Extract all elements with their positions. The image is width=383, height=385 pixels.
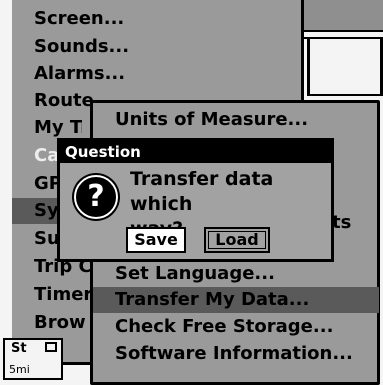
question-dialog: Question ? Transfer data which way? Save… bbox=[57, 138, 334, 262]
submenu-item-check-free-storage[interactable]: Check Free Storage... bbox=[115, 314, 333, 340]
zoom-scale: 5mi bbox=[9, 363, 30, 376]
dialog-message-line-1: Transfer data which bbox=[130, 168, 274, 215]
main-menu-item-alarms[interactable]: Alarms... bbox=[34, 61, 154, 87]
status-icon bbox=[45, 342, 57, 352]
submenu-item-software-information[interactable]: Software Information... bbox=[115, 341, 353, 367]
submenu-hidden-item-fragment: ts bbox=[332, 212, 352, 233]
gps-screen: Screen... Sounds... Alarms... Route Plan… bbox=[0, 0, 383, 385]
question-icon: ? bbox=[74, 175, 118, 219]
submenu-item-transfer-my-data[interactable]: Transfer My Data... bbox=[93, 287, 379, 313]
load-button[interactable]: Load bbox=[204, 227, 270, 253]
load-button-label: Load bbox=[208, 231, 266, 249]
map-top-bar bbox=[300, 0, 383, 32]
map-frame bbox=[307, 38, 383, 96]
save-button[interactable]: Save bbox=[126, 227, 186, 253]
status-text: St bbox=[11, 341, 27, 356]
main-menu-item-disabled: Ca bbox=[34, 145, 58, 166]
main-menu-item-screen[interactable]: Screen... bbox=[34, 6, 154, 32]
save-button-label: Save bbox=[128, 229, 184, 251]
dialog-title: Question bbox=[60, 141, 331, 163]
submenu-item-set-language[interactable]: Set Language... bbox=[115, 261, 275, 287]
map-status-box: St 5mi bbox=[3, 338, 63, 380]
submenu-item-units-of-measure[interactable]: Units of Measure... bbox=[115, 107, 308, 133]
main-menu-item-sounds[interactable]: Sounds... bbox=[34, 34, 154, 60]
